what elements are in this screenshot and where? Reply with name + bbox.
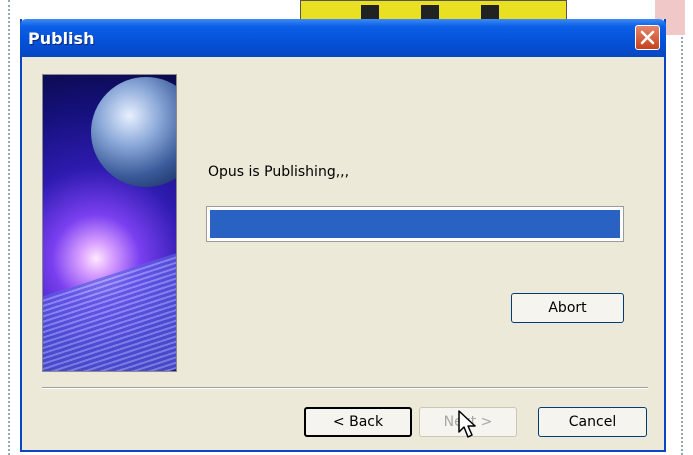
dotted-guide — [8, 0, 10, 455]
back-button[interactable]: < Back — [304, 407, 412, 437]
desktop-background-left — [0, 0, 22, 455]
abort-button[interactable]: Abort — [511, 293, 624, 323]
book-graphic — [43, 251, 176, 371]
earth-graphic — [91, 77, 176, 187]
dotted-guide — [681, 0, 683, 455]
button-separator — [42, 387, 648, 389]
status-message: Opus is Publishing,,, — [208, 164, 350, 180]
cancel-button[interactable]: Cancel — [538, 407, 647, 437]
background-shape — [421, 5, 439, 19]
close-icon — [640, 30, 655, 45]
desktop-background-right — [663, 0, 693, 455]
window-title: Publish — [28, 29, 95, 48]
close-button[interactable] — [635, 25, 660, 50]
title-bar[interactable]: Publish — [20, 19, 666, 57]
progress-fill — [210, 210, 620, 238]
background-shape — [481, 5, 499, 19]
progress-bar — [206, 206, 624, 242]
wizard-side-image — [42, 74, 177, 372]
publish-dialog: Publish Opus is Publishing,,, Abort < Ba… — [20, 19, 666, 452]
mouse-pointer-icon — [458, 410, 476, 438]
background-shape — [361, 5, 379, 19]
background-image-fragment — [300, 0, 567, 20]
